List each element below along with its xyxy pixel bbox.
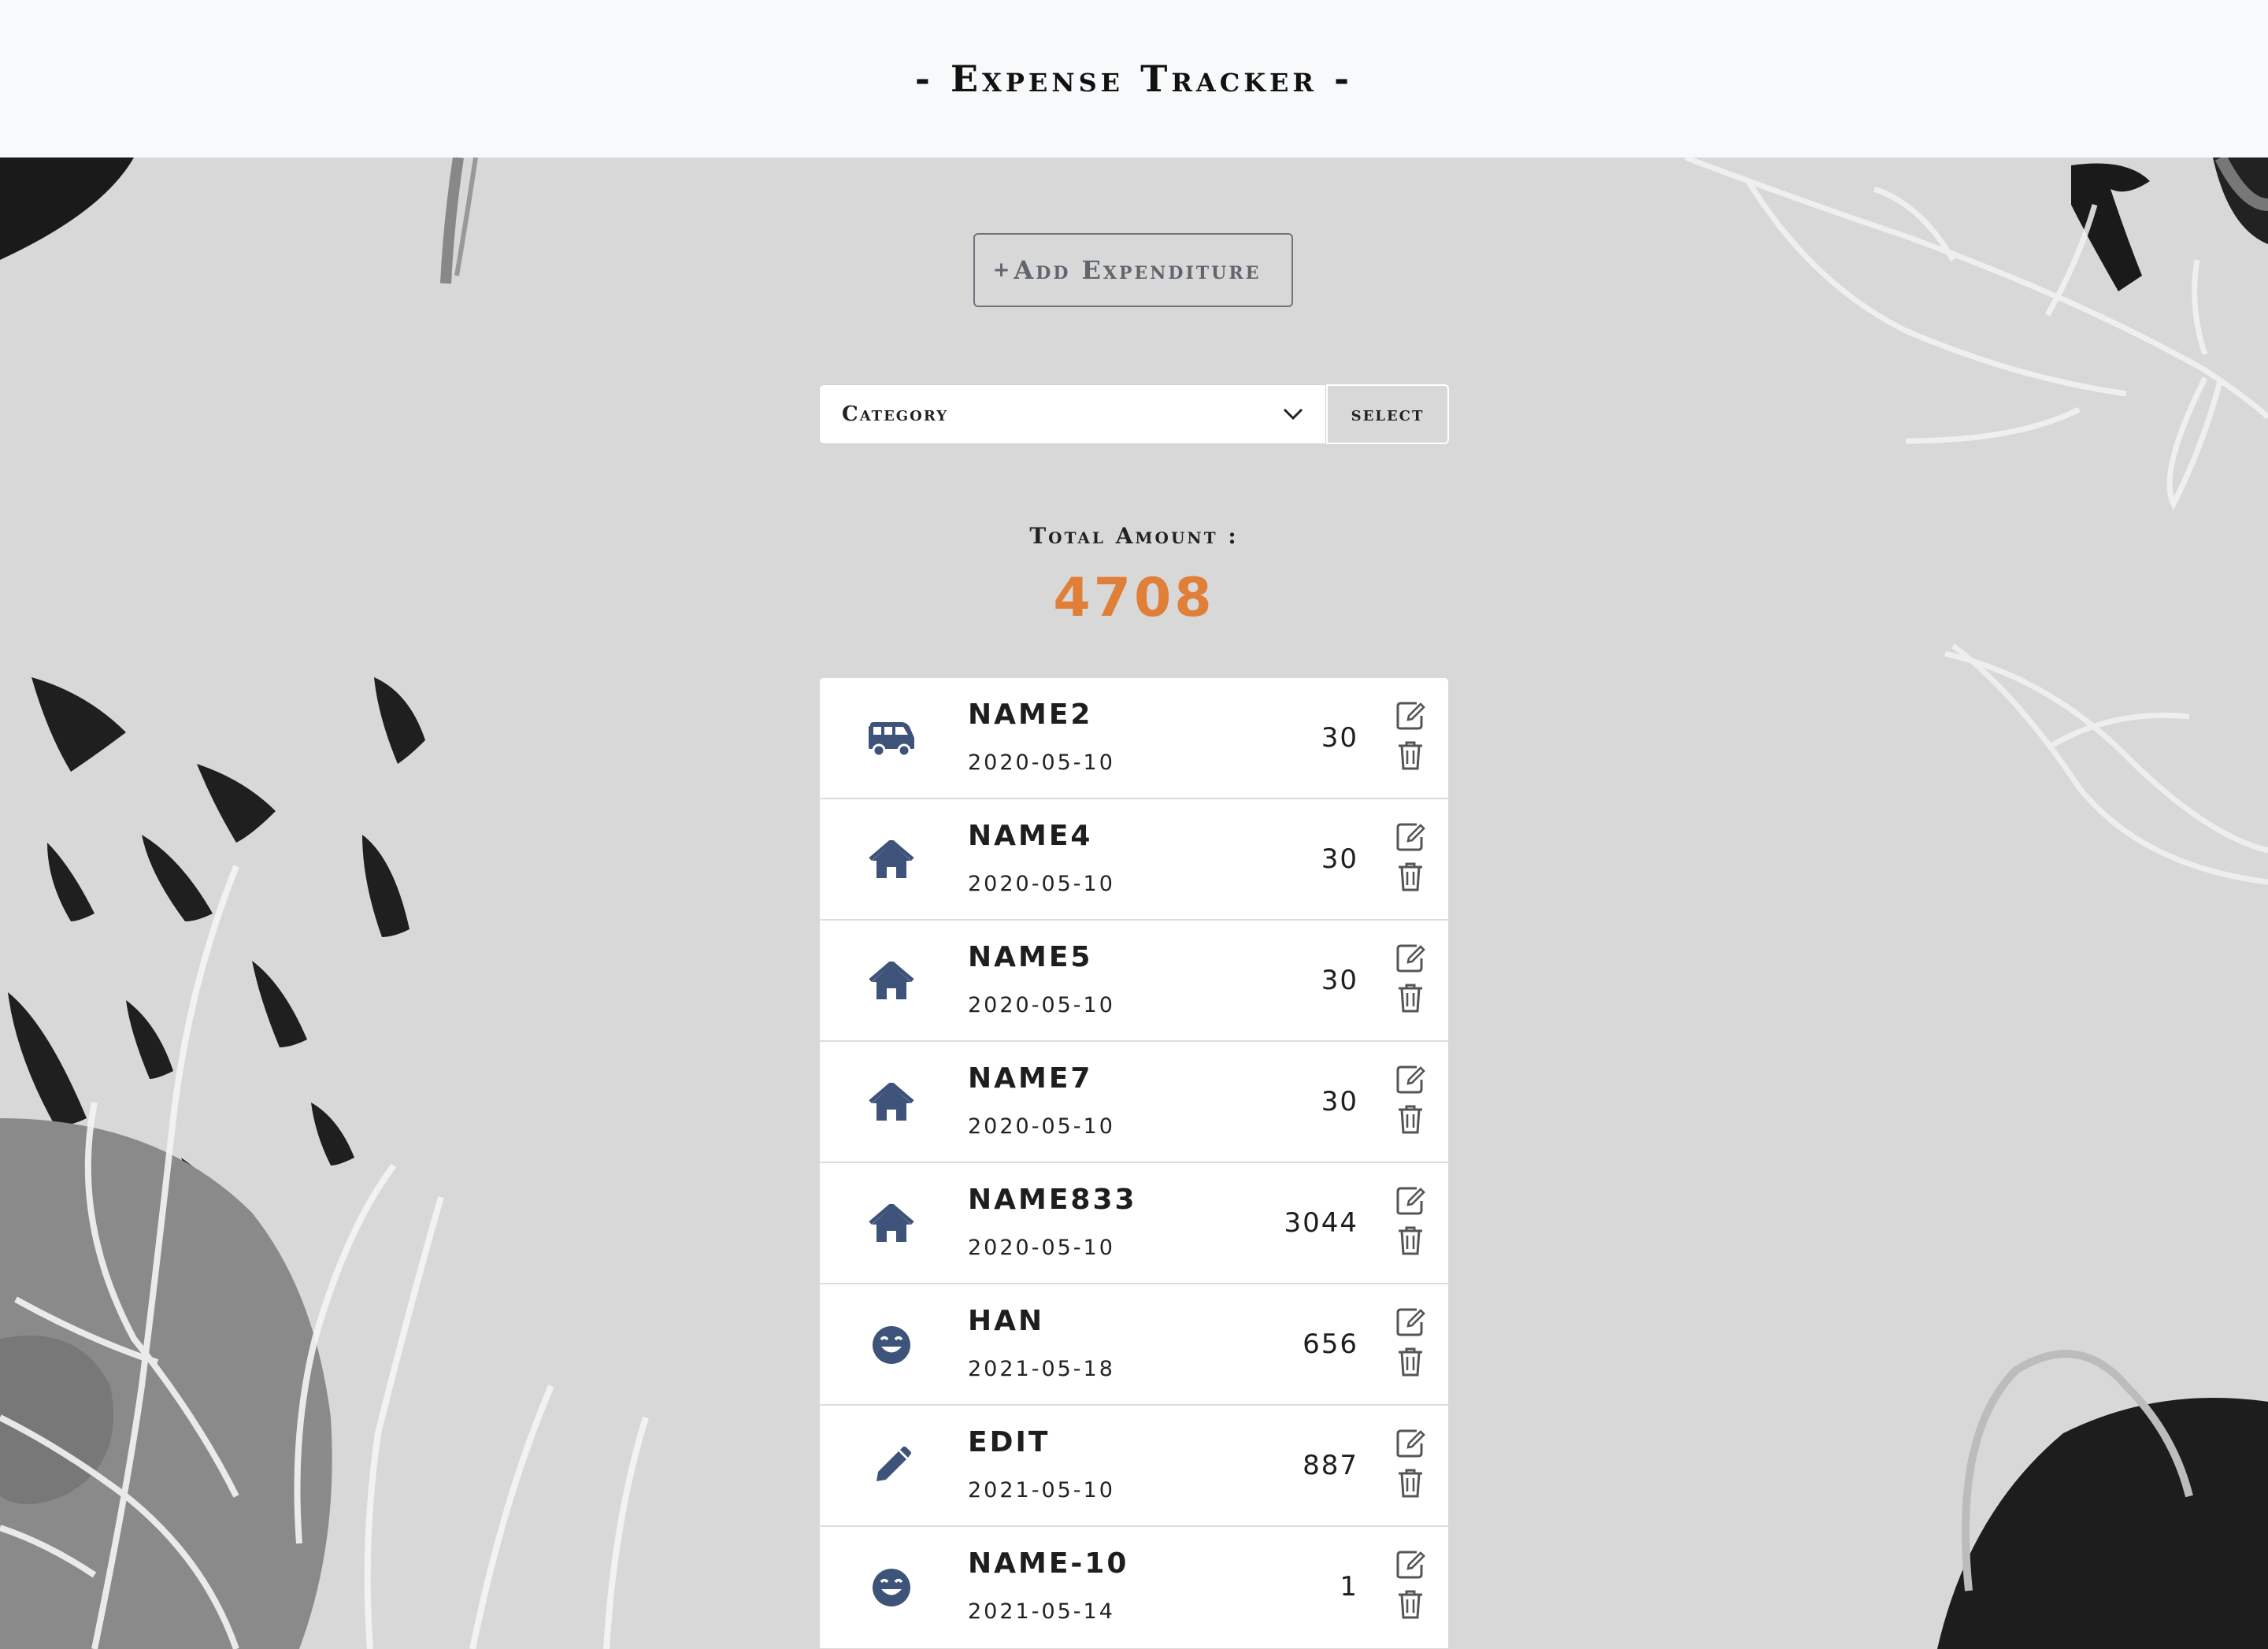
page-title: - Expense Tracker - bbox=[914, 57, 1354, 100]
expense-name: EDIT bbox=[968, 1426, 1051, 1458]
trash-icon[interactable] bbox=[1396, 861, 1425, 892]
expense-date: 2020-05-10 bbox=[968, 750, 1115, 775]
expense-list: NAME2 2020-05-10 30 NAME4 2020-05-10 30 NAME5 2… bbox=[819, 677, 1449, 1649]
trash-icon[interactable] bbox=[1396, 1225, 1425, 1256]
van-icon bbox=[867, 714, 916, 763]
expense-name: NAME7 bbox=[968, 1062, 1093, 1095]
add-expenditure-label: Add Expenditure bbox=[1014, 255, 1262, 285]
add-expenditure-button[interactable]: + Add Expenditure bbox=[973, 233, 1293, 307]
expense-amount: 30 bbox=[1321, 1086, 1358, 1117]
expense-date: 2021-05-14 bbox=[968, 1599, 1115, 1624]
home-icon bbox=[867, 1199, 916, 1248]
expense-amount: 1 bbox=[1340, 1571, 1358, 1603]
edit-icon[interactable] bbox=[1395, 1185, 1426, 1217]
expense-row: EDIT 2021-05-10 887 bbox=[820, 1406, 1448, 1527]
expense-name: HAN bbox=[968, 1305, 1045, 1337]
home-icon bbox=[867, 1078, 916, 1127]
edit-icon[interactable] bbox=[1395, 943, 1426, 974]
edit-icon[interactable] bbox=[1395, 1428, 1426, 1459]
expense-name: NAME2 bbox=[968, 699, 1093, 731]
home-icon bbox=[867, 836, 916, 884]
edit-icon[interactable] bbox=[1395, 821, 1426, 853]
trash-icon[interactable] bbox=[1396, 1346, 1425, 1377]
trash-icon[interactable] bbox=[1396, 1103, 1425, 1135]
home-icon bbox=[867, 957, 916, 1006]
expense-date: 2021-05-10 bbox=[968, 1478, 1115, 1503]
select-button[interactable]: select bbox=[1326, 384, 1449, 444]
trash-icon[interactable] bbox=[1396, 739, 1425, 771]
app-header: - Expense Tracker - bbox=[0, 0, 2268, 157]
trash-icon[interactable] bbox=[1396, 1467, 1425, 1499]
trash-icon[interactable] bbox=[1396, 982, 1425, 1013]
expense-amount: 887 bbox=[1303, 1450, 1358, 1481]
expense-row: NAME2 2020-05-10 30 bbox=[820, 678, 1448, 799]
total-amount-value: 4708 bbox=[1053, 567, 1215, 629]
expense-amount: 30 bbox=[1321, 965, 1358, 996]
expense-name: NAME-10 bbox=[968, 1547, 1129, 1580]
edit-icon[interactable] bbox=[1395, 1306, 1426, 1338]
expense-row: NAME4 2020-05-10 30 bbox=[820, 799, 1448, 921]
edit-icon[interactable] bbox=[1395, 1064, 1426, 1095]
main-content: + Add Expenditure Category select Total … bbox=[0, 157, 2268, 1649]
expense-date: 2020-05-10 bbox=[968, 1114, 1115, 1139]
expense-row: NAME-10 2021-05-14 1 bbox=[820, 1527, 1448, 1648]
expense-amount: 656 bbox=[1303, 1328, 1358, 1360]
expense-date: 2020-05-10 bbox=[968, 1236, 1115, 1260]
expense-amount: 30 bbox=[1321, 722, 1358, 754]
smile-icon bbox=[867, 1563, 916, 1612]
trash-icon[interactable] bbox=[1396, 1588, 1425, 1620]
category-select[interactable]: Category bbox=[819, 384, 1326, 444]
expense-amount: 30 bbox=[1321, 843, 1358, 875]
edit-icon[interactable] bbox=[1395, 700, 1426, 732]
total-amount-label: Total Amount : bbox=[1029, 523, 1239, 549]
expense-row: NAME5 2020-05-10 30 bbox=[820, 921, 1448, 1042]
chevron-down-icon bbox=[1283, 408, 1303, 421]
expense-row: HAN 2021-05-18 656 bbox=[820, 1284, 1448, 1406]
category-filter: Category select bbox=[819, 384, 1449, 444]
expense-name: NAME833 bbox=[968, 1184, 1137, 1216]
expense-date: 2021-05-18 bbox=[968, 1357, 1115, 1381]
pencil-icon bbox=[867, 1442, 916, 1491]
edit-icon[interactable] bbox=[1395, 1549, 1426, 1580]
select-button-label: select bbox=[1351, 402, 1425, 426]
smile-icon bbox=[867, 1321, 916, 1369]
expense-name: NAME5 bbox=[968, 941, 1093, 973]
plus-icon: + bbox=[992, 258, 1013, 282]
expense-row: NAME833 2020-05-10 3044 bbox=[820, 1163, 1448, 1284]
expense-name: NAME4 bbox=[968, 820, 1093, 852]
expense-date: 2020-05-10 bbox=[968, 872, 1115, 896]
expense-amount: 3044 bbox=[1284, 1207, 1358, 1239]
category-select-value: Category bbox=[842, 402, 949, 426]
expense-date: 2020-05-10 bbox=[968, 993, 1115, 1017]
expense-row: NAME7 2020-05-10 30 bbox=[820, 1042, 1448, 1163]
